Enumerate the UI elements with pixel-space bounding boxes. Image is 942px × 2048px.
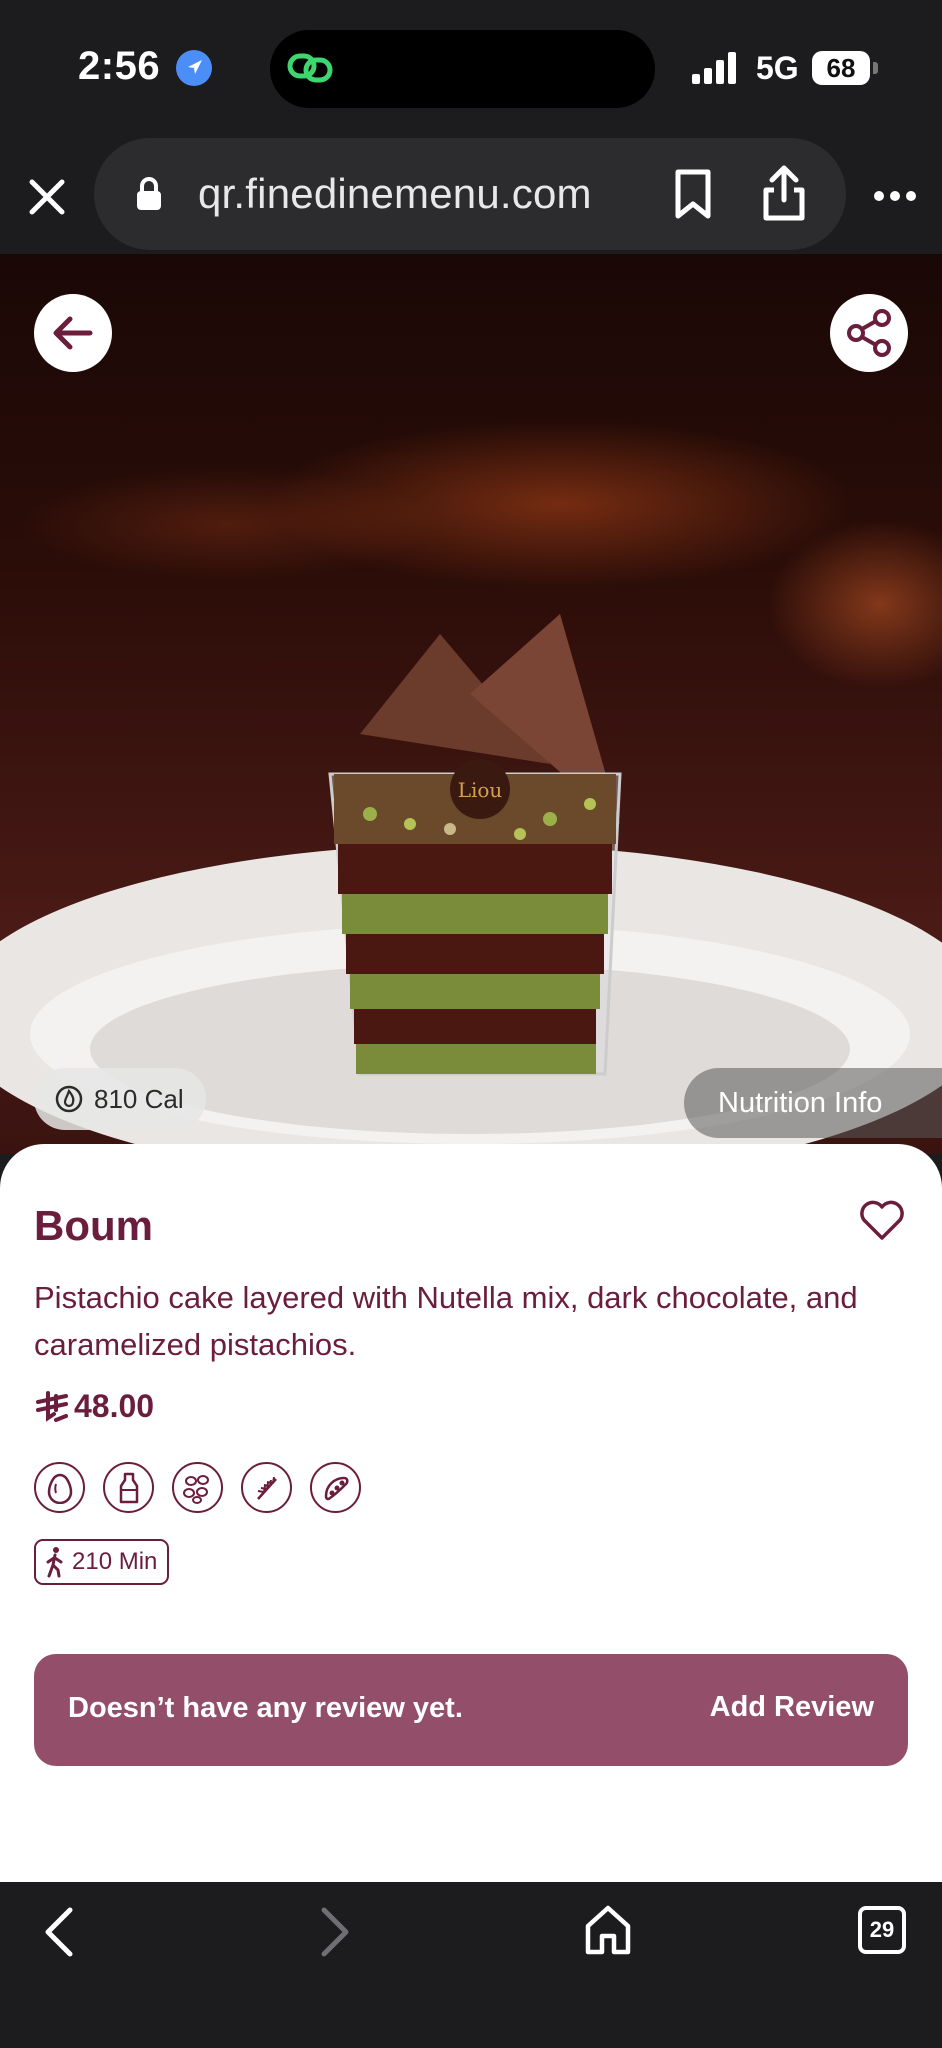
url-text[interactable]: qr.finedinemenu.com bbox=[198, 170, 592, 218]
home-icon[interactable] bbox=[582, 1902, 634, 1958]
calories-badge: 810 Cal bbox=[34, 1068, 206, 1130]
location-arrow-icon bbox=[176, 50, 212, 86]
chevron-right-icon[interactable] bbox=[312, 1904, 356, 1960]
more-options-icon[interactable] bbox=[870, 178, 920, 214]
bookmark-icon[interactable] bbox=[668, 166, 718, 222]
browser-bar: qr.finedinemenu.com bbox=[0, 138, 942, 254]
battery-indicator: 68 bbox=[812, 51, 870, 85]
nuts-icon bbox=[172, 1462, 223, 1513]
lock-icon bbox=[137, 177, 161, 210]
add-review-button[interactable]: Add Review bbox=[710, 1691, 874, 1724]
address-bar[interactable]: qr.finedinemenu.com bbox=[94, 138, 846, 250]
riyal-currency-icon bbox=[36, 1390, 68, 1422]
soy-icon bbox=[310, 1462, 361, 1513]
status-bar: 2:56 5G 68 bbox=[0, 0, 942, 138]
share-nodes-icon bbox=[847, 309, 891, 357]
product-name: Boum bbox=[34, 1202, 153, 1249]
link-app-icon bbox=[287, 53, 333, 83]
back-button[interactable] bbox=[34, 294, 112, 372]
browser-toolbar: 29 bbox=[0, 1882, 942, 2048]
walking-person-icon bbox=[46, 1547, 63, 1578]
prep-time-badge: 210 Min bbox=[34, 1539, 170, 1585]
product-price: 48.00 bbox=[34, 1388, 154, 1425]
dessert-illustration: Liou bbox=[328, 614, 622, 1076]
product-details-sheet: Boum Pistachio cake layered with Nutella… bbox=[0, 1144, 942, 1882]
flame-icon bbox=[55, 1085, 83, 1113]
product-description: Pistachio cake layered with Nutella mix,… bbox=[34, 1280, 858, 1362]
close-icon[interactable] bbox=[22, 172, 72, 222]
dynamic-island bbox=[270, 30, 655, 108]
signal-icon bbox=[692, 52, 736, 84]
egg-icon bbox=[34, 1462, 85, 1513]
gluten-icon bbox=[241, 1462, 292, 1513]
prep-time-text: 210 Min bbox=[72, 1548, 158, 1575]
review-status-text: Doesn’t have any review yet. bbox=[68, 1692, 463, 1724]
allergen-list bbox=[34, 1462, 361, 1513]
tabs-button[interactable]: 29 bbox=[858, 1906, 906, 1954]
network-type: 5G bbox=[756, 50, 799, 86]
battery-cap bbox=[873, 62, 878, 74]
review-section: Doesn’t have any review yet. Add Review bbox=[34, 1654, 908, 1766]
share-button[interactable] bbox=[830, 294, 908, 372]
product-image: Liou 810 Cal Nutrition Info bbox=[0, 254, 942, 1154]
share-icon[interactable] bbox=[758, 162, 810, 224]
price-value: 48.00 bbox=[74, 1388, 155, 1424]
nutrition-info-button[interactable]: Nutrition Info bbox=[684, 1068, 942, 1138]
calories-text: 810 Cal bbox=[94, 1083, 184, 1114]
status-time: 2:56 bbox=[78, 44, 161, 88]
svg-text:Liou: Liou bbox=[458, 778, 503, 802]
arrow-left-icon bbox=[53, 316, 93, 350]
chevron-left-icon[interactable] bbox=[38, 1904, 82, 1960]
heart-icon[interactable] bbox=[858, 1198, 906, 1242]
milk-icon bbox=[103, 1462, 154, 1513]
